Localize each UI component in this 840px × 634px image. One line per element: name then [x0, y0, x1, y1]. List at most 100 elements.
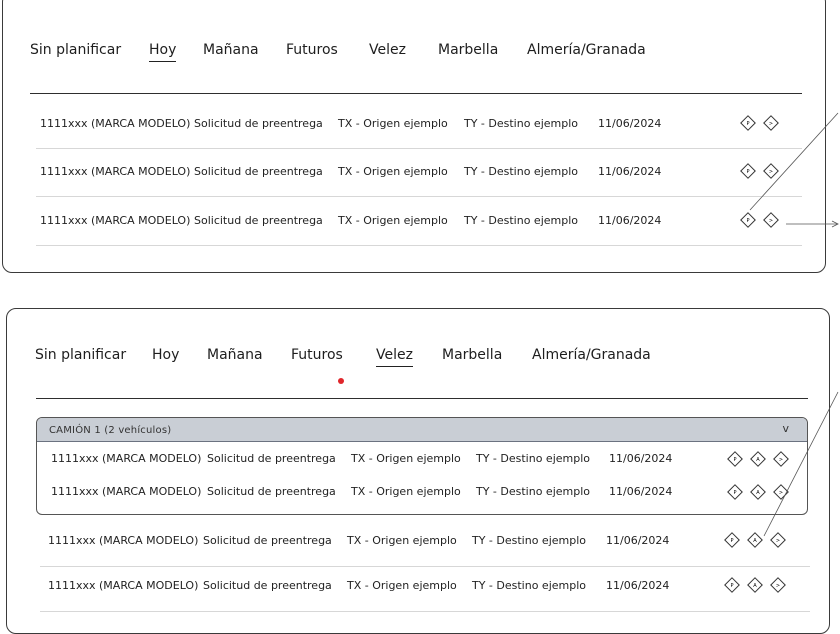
- a-action-label: A: [756, 490, 760, 496]
- tab-manana[interactable]: Mañana: [207, 347, 263, 366]
- row-actions: P >: [740, 148, 779, 194]
- p-action-icon[interactable]: P: [740, 163, 756, 179]
- date: 11/06/2024: [609, 452, 673, 465]
- tab-sin-planificar[interactable]: Sin planificar: [30, 42, 121, 61]
- table-row[interactable]: 1111xxx (MARCA MODELO) Solicitud de pree…: [48, 562, 808, 608]
- next-action-label: >: [769, 218, 773, 224]
- row-divider: [40, 611, 810, 612]
- origin: TX - Origen ejemplo: [351, 485, 461, 498]
- next-action-icon[interactable]: >: [763, 212, 779, 228]
- request-type: Solicitud de preentrega: [203, 533, 332, 547]
- request-type: Solicitud de preentrega: [194, 116, 323, 130]
- row-divider: [36, 245, 802, 246]
- truck-group: CAMIÓN 1 (2 vehículos) v 1111xxx (MARCA …: [36, 417, 808, 515]
- origin: TX - Origen ejemplo: [338, 213, 448, 227]
- destination: TY - Destino ejemplo: [476, 452, 591, 465]
- p-action-label: P: [730, 538, 733, 544]
- date: 11/06/2024: [598, 116, 662, 130]
- request-type: Solicitud de preentrega: [207, 452, 336, 465]
- table-row[interactable]: 1111xxx (MARCA MODELO) Solicitud de pree…: [40, 197, 800, 243]
- next-action-icon[interactable]: >: [773, 483, 789, 500]
- date: 11/06/2024: [606, 578, 670, 592]
- vehicle-id: 1111xxx (MARCA MODELO): [48, 578, 199, 592]
- next-action-icon[interactable]: >: [763, 115, 779, 131]
- destination: TY - Destino ejemplo: [476, 485, 591, 498]
- vehicle-id: 1111xxx (MARCA MODELO): [40, 213, 191, 227]
- request-type: Solicitud de preentrega: [203, 578, 332, 592]
- vehicle-id: 1111xxx (MARCA MODELO): [51, 452, 202, 465]
- a-action-label: A: [753, 538, 757, 544]
- next-action-label: >: [779, 457, 783, 463]
- a-action-label: A: [756, 457, 760, 463]
- tab-almeria-granada[interactable]: Almería/Granada: [532, 347, 651, 366]
- p-action-icon[interactable]: P: [727, 483, 743, 500]
- a-action-icon[interactable]: A: [747, 532, 763, 548]
- active-indicator-dot: [338, 378, 344, 384]
- table-row[interactable]: 1111xxx (MARCA MODELO) Solicitud de pree…: [40, 100, 800, 146]
- tab-marbella[interactable]: Marbella: [438, 42, 498, 61]
- request-type: Solicitud de preentrega: [207, 485, 336, 498]
- next-action-label: >: [779, 490, 783, 496]
- next-action-label: >: [776, 583, 780, 589]
- bottom-tabs-divider: [36, 398, 808, 399]
- origin: TX - Origen ejemplo: [351, 452, 461, 465]
- origin: TX - Origen ejemplo: [347, 578, 457, 592]
- p-action-icon[interactable]: P: [727, 450, 743, 467]
- p-action-icon[interactable]: P: [724, 577, 740, 593]
- p-action-label: P: [746, 218, 749, 224]
- p-action-icon[interactable]: P: [740, 212, 756, 228]
- table-row[interactable]: 1111xxx (MARCA MODELO) Solicitud de pree…: [40, 148, 800, 194]
- table-row[interactable]: 1111xxx (MARCA MODELO) Solicitud de pree…: [48, 517, 808, 563]
- table-row[interactable]: 1111xxx (MARCA MODELO) Solicitud de pree…: [51, 442, 791, 475]
- tab-almeria-granada[interactable]: Almería/Granada: [527, 42, 646, 61]
- date: 11/06/2024: [609, 485, 673, 498]
- a-action-icon[interactable]: A: [747, 577, 763, 593]
- request-type: Solicitud de preentrega: [194, 213, 323, 227]
- p-action-label: P: [733, 490, 736, 496]
- row-actions: P >: [740, 197, 779, 243]
- a-action-icon[interactable]: A: [750, 450, 766, 467]
- tab-velez[interactable]: Velez: [376, 347, 413, 367]
- table-row[interactable]: 1111xxx (MARCA MODELO) Solicitud de pree…: [51, 475, 791, 508]
- p-action-icon[interactable]: P: [740, 115, 756, 131]
- top-tabs-divider: [30, 93, 802, 94]
- vehicle-id: 1111xxx (MARCA MODELO): [48, 533, 199, 547]
- chevron-down-icon[interactable]: v: [782, 422, 789, 435]
- row-actions: P A >: [724, 517, 786, 563]
- next-action-icon[interactable]: >: [773, 450, 789, 467]
- origin: TX - Origen ejemplo: [347, 533, 457, 547]
- row-actions: P A >: [727, 475, 789, 508]
- next-action-icon[interactable]: >: [770, 532, 786, 548]
- origin: TX - Origen ejemplo: [338, 116, 448, 130]
- vehicle-id: 1111xxx (MARCA MODELO): [40, 116, 191, 130]
- origin: TX - Origen ejemplo: [338, 164, 448, 178]
- date: 11/06/2024: [598, 164, 662, 178]
- tab-futuros[interactable]: Futuros: [286, 42, 338, 61]
- date: 11/06/2024: [598, 213, 662, 227]
- destination: TY - Destino ejemplo: [464, 213, 579, 227]
- tab-velez[interactable]: Velez: [369, 42, 406, 61]
- truck-group-title: CAMIÓN 1 (2 vehículos): [49, 424, 172, 436]
- truck-group-header[interactable]: CAMIÓN 1 (2 vehículos) v: [37, 418, 807, 442]
- row-actions: P A >: [727, 442, 789, 475]
- tab-hoy[interactable]: Hoy: [152, 347, 179, 366]
- tab-sin-planificar[interactable]: Sin planificar: [35, 347, 126, 366]
- destination: TY - Destino ejemplo: [464, 164, 579, 178]
- p-action-icon[interactable]: P: [724, 532, 740, 548]
- p-action-label: P: [730, 583, 733, 589]
- tab-hoy[interactable]: Hoy: [149, 42, 177, 62]
- destination: TY - Destino ejemplo: [472, 578, 587, 592]
- p-action-label: P: [733, 457, 736, 463]
- tab-futuros[interactable]: Futuros: [291, 347, 343, 366]
- arrowhead-icon: [831, 220, 839, 228]
- a-action-icon[interactable]: A: [750, 483, 766, 500]
- next-action-icon[interactable]: >: [763, 163, 779, 179]
- next-action-icon[interactable]: >: [770, 577, 786, 593]
- tab-marbella[interactable]: Marbella: [442, 347, 502, 366]
- request-type: Solicitud de preentrega: [194, 164, 323, 178]
- next-action-label: >: [769, 169, 773, 175]
- next-action-label: >: [776, 538, 780, 544]
- destination: TY - Destino ejemplo: [472, 533, 587, 547]
- tab-manana[interactable]: Mañana: [203, 42, 259, 61]
- vehicle-id: 1111xxx (MARCA MODELO): [51, 485, 202, 498]
